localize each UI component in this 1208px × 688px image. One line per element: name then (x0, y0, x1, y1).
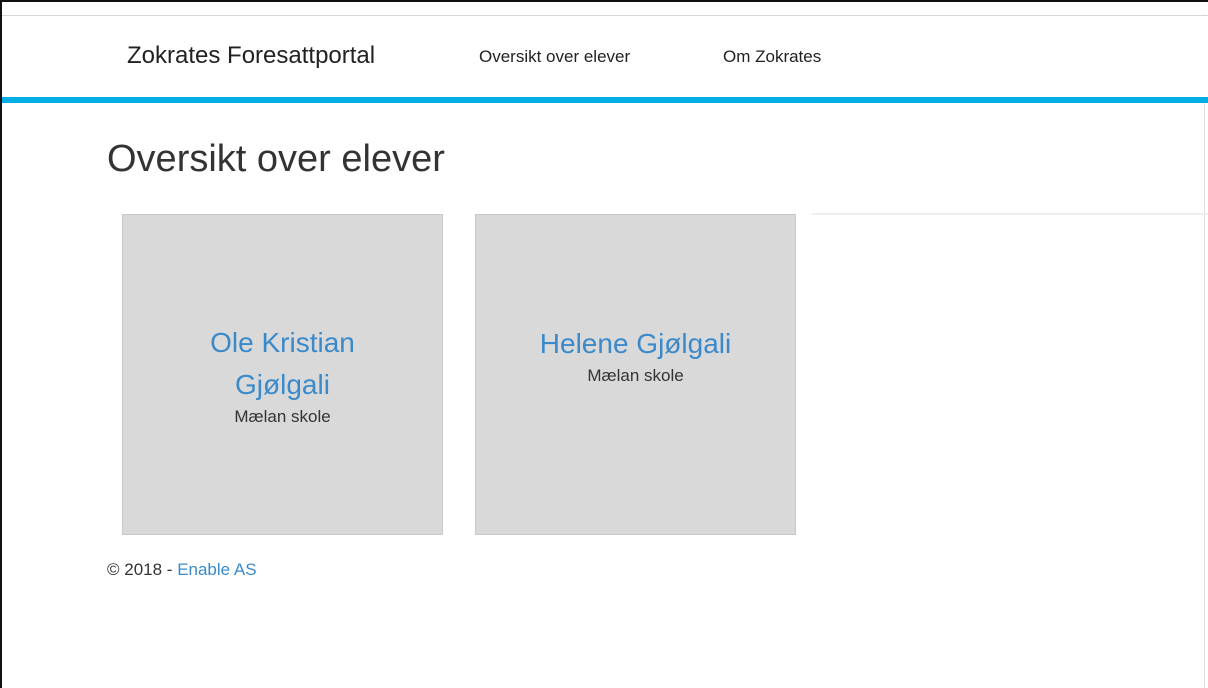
navbar-accent-bar (2, 97, 1208, 103)
nav-link-student-overview[interactable]: Oversikt over elever (479, 47, 630, 67)
student-school: Mælan skole (234, 406, 331, 426)
student-name-link[interactable]: Helene Gjølgali (540, 323, 731, 365)
student-name-link[interactable]: Ole Kristian Gjølgali (163, 322, 402, 406)
nav-link-about[interactable]: Om Zokrates (723, 47, 821, 67)
page-title: Oversikt over elever (107, 138, 445, 180)
company-link[interactable]: Enable AS (177, 560, 256, 579)
brand-link[interactable]: Zokrates Foresattportal (127, 42, 375, 70)
student-school: Mælan skole (587, 365, 684, 385)
divider (812, 213, 1208, 215)
browser-top-strip (2, 2, 1208, 16)
student-card[interactable]: Ole Kristian Gjølgali Mælan skole (122, 214, 443, 535)
copyright-text: © 2018 - (107, 560, 178, 579)
scrollbar-track[interactable] (1204, 14, 1208, 688)
footer: © 2018 - Enable AS (107, 560, 257, 580)
student-card[interactable]: Helene Gjølgali Mælan skole (475, 214, 796, 535)
